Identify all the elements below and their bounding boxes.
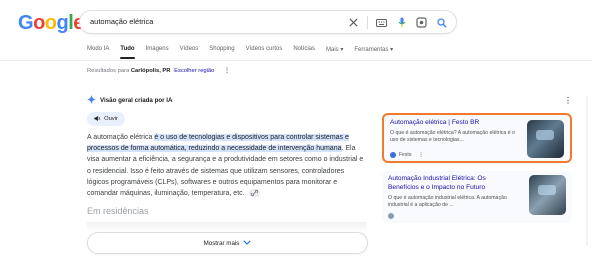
clear-icon[interactable] [347,16,360,29]
google-logo[interactable]: Google [18,12,84,35]
tabs-divider [0,60,592,61]
tab-noticias[interactable]: Notícias [293,46,315,53]
content-fade [87,222,367,232]
favicon-icon [388,213,394,219]
tab-ferramentas[interactable]: Ferramentas ▾ [354,46,393,53]
chevron-down-icon [243,239,251,247]
ai-overview-title: Visão geral criada por IA [100,97,173,104]
ai-rest: . Ela visa aumentar a eficiência, a segu… [87,145,364,198]
source-card[interactable]: Automação Industrial Elétrica: Os Benefí… [382,171,572,223]
source-snippet: O que é automação elétrica? A automação … [390,130,515,144]
tab-ferramentas-label: Ferramentas [354,47,389,53]
link-chip-icon[interactable] [248,189,260,198]
ai-overview-header: Visão geral criada por IA [87,95,172,106]
sparkle-icon [87,95,96,106]
favicon-icon [390,152,396,158]
ai-intro: A automação elétrica [87,134,155,141]
logo-letter: o [33,12,45,34]
chevron-down-icon: ▾ [390,47,394,53]
lens-icon[interactable] [415,16,428,29]
speaker-icon [94,115,101,124]
section-heading: Em residências [87,206,149,216]
source-title[interactable]: Automação elétrica | Festo BR [390,119,520,128]
show-more-label: Mostrar mais [203,239,240,247]
show-more-button[interactable]: Mostrar mais [87,232,368,254]
tab-mais[interactable]: Mais ▾ [326,46,343,53]
location-line: Resultados para Carlópolis, PR Escolher … [87,68,230,74]
tab-imagens[interactable]: Imagens [146,46,169,53]
source-title[interactable]: Automação Industrial Elétrica: Os Benefí… [388,175,518,193]
tab-mais-label: Mais [326,47,339,53]
tab-shopping[interactable]: Shopping [209,46,234,53]
listen-button[interactable]: Ouvir [87,112,125,126]
location-prefix: Resultados para [87,68,130,74]
logo-letter: g [56,12,69,34]
search-tabs: Modo IA Tudo Imagens Vídeos Shopping Víd… [87,46,393,59]
keyboard-icon[interactable] [375,16,388,29]
source-snippet: O que é automação industrial elétrica. A… [388,195,507,209]
more-options-icon[interactable]: ⋮ [419,152,424,158]
scrollbar[interactable] [586,96,588,246]
ai-overview-text: A automação elétrica é o uso de tecnolog… [87,132,367,199]
location-place: Carlópolis, PR [130,68,171,74]
chevron-down-icon: ▾ [340,47,344,53]
microphone-icon[interactable] [395,16,408,29]
source-site: Festo ⋮ [390,152,424,158]
source-name: Festo [399,152,412,158]
listen-label: Ouvir [104,116,118,122]
source-thumbnail [529,175,566,215]
change-region-link[interactable]: Escolher região [174,68,214,74]
logo-letter: G [18,12,34,34]
ai-overview-menu-icon[interactable]: ⋮ [564,96,572,105]
tab-videos[interactable]: Vídeos [180,46,199,53]
search-box-icons [347,15,448,30]
tab-modo-ia[interactable]: Modo IA [87,46,109,53]
search-icon[interactable] [435,16,448,29]
search-divider [367,16,368,29]
search-box[interactable]: automação elétrica [79,10,457,34]
search-input[interactable]: automação elétrica [90,17,153,26]
tab-tudo[interactable]: Tudo [120,46,135,59]
source-card[interactable]: Automação elétrica | Festo BR O que é au… [382,113,572,163]
source-thumbnail [527,120,564,158]
more-options-icon[interactable]: ⋮ [224,68,230,74]
logo-letter: o [44,12,57,34]
source-site [388,213,394,219]
tab-videos-curtos[interactable]: Vídeos curtos [246,46,283,53]
